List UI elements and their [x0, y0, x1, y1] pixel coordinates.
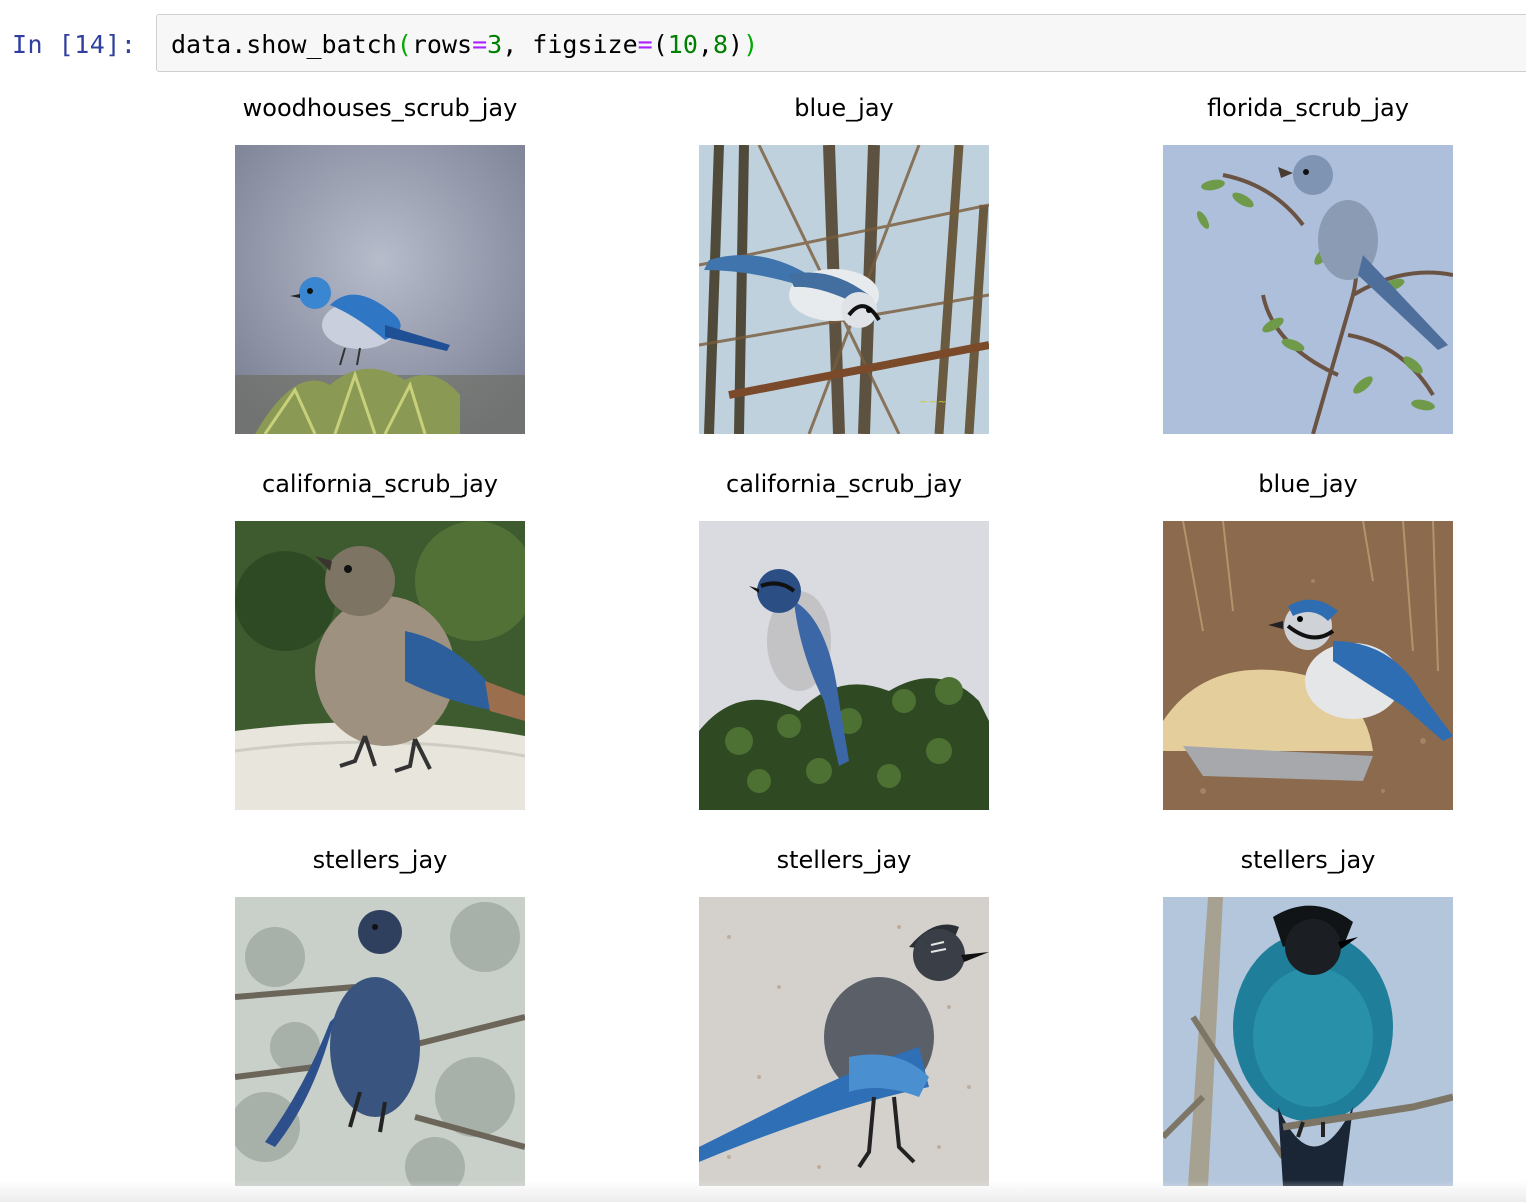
code-paren-close: ) — [743, 30, 759, 59]
batch-item-label: stellers_jay — [312, 846, 448, 874]
batch-item-label: stellers_jay — [776, 846, 912, 874]
code-rows-value: 3 — [487, 30, 503, 59]
code-paren-open: ( — [396, 30, 412, 59]
code-object: data.show_batch — [171, 30, 397, 59]
code-arg-rows: rows — [411, 30, 473, 59]
batch-item-label: florida_scrub_jay — [1207, 94, 1409, 122]
code-cell[interactable]: data.show_batch(rows=3, figsize=(10,8)) — [156, 14, 1526, 72]
code-tuple-close: ) — [728, 30, 744, 59]
stellers-jay-perched-photo — [1163, 897, 1453, 1186]
code-figsize-height: 8 — [712, 30, 729, 59]
batch-item-label: blue_jay — [794, 94, 894, 122]
batch-item-label: woodhouses_scrub_jay — [242, 94, 518, 122]
stellers-jay-on-ground-photo — [699, 897, 989, 1186]
code-tuple-open: ( — [652, 30, 668, 59]
scrub-jay-on-branch-photo — [1163, 145, 1453, 434]
batch-item-label: blue_jay — [1258, 470, 1358, 498]
code-arg-figsize: figsize — [532, 30, 638, 59]
batch-item-label: california_scrub_jay — [726, 470, 962, 498]
input-prompt: In [14]: — [12, 30, 137, 59]
scrub-jay-on-bush-photo — [699, 521, 989, 810]
scrub-jay-on-birdbath-photo — [235, 521, 525, 810]
scroll-edge — [0, 1180, 1526, 1202]
scrub-jay-photo — [235, 145, 525, 434]
blue-jay-feeding-photo — [1163, 521, 1453, 810]
code-eq: = — [637, 30, 653, 59]
batch-item-label: california_scrub_jay — [262, 470, 498, 498]
code-comma: , — [697, 30, 713, 59]
code-sep: , — [502, 30, 533, 59]
batch-item-label: stellers_jay — [1240, 846, 1376, 874]
code-line[interactable]: data.show_batch(rows=3, figsize=(10,8)) — [171, 30, 758, 59]
svg-text:~~~: ~~~ — [919, 395, 947, 408]
stellers-jay-in-tree-photo — [235, 897, 525, 1186]
output-area: woodhouses_scrub_jay blue_jay ~~~ florid… — [0, 80, 1526, 1202]
blue-jay-in-branches-photo: ~~~ — [699, 145, 989, 434]
code-figsize-width: 10 — [667, 30, 698, 59]
code-eq: = — [472, 30, 488, 59]
